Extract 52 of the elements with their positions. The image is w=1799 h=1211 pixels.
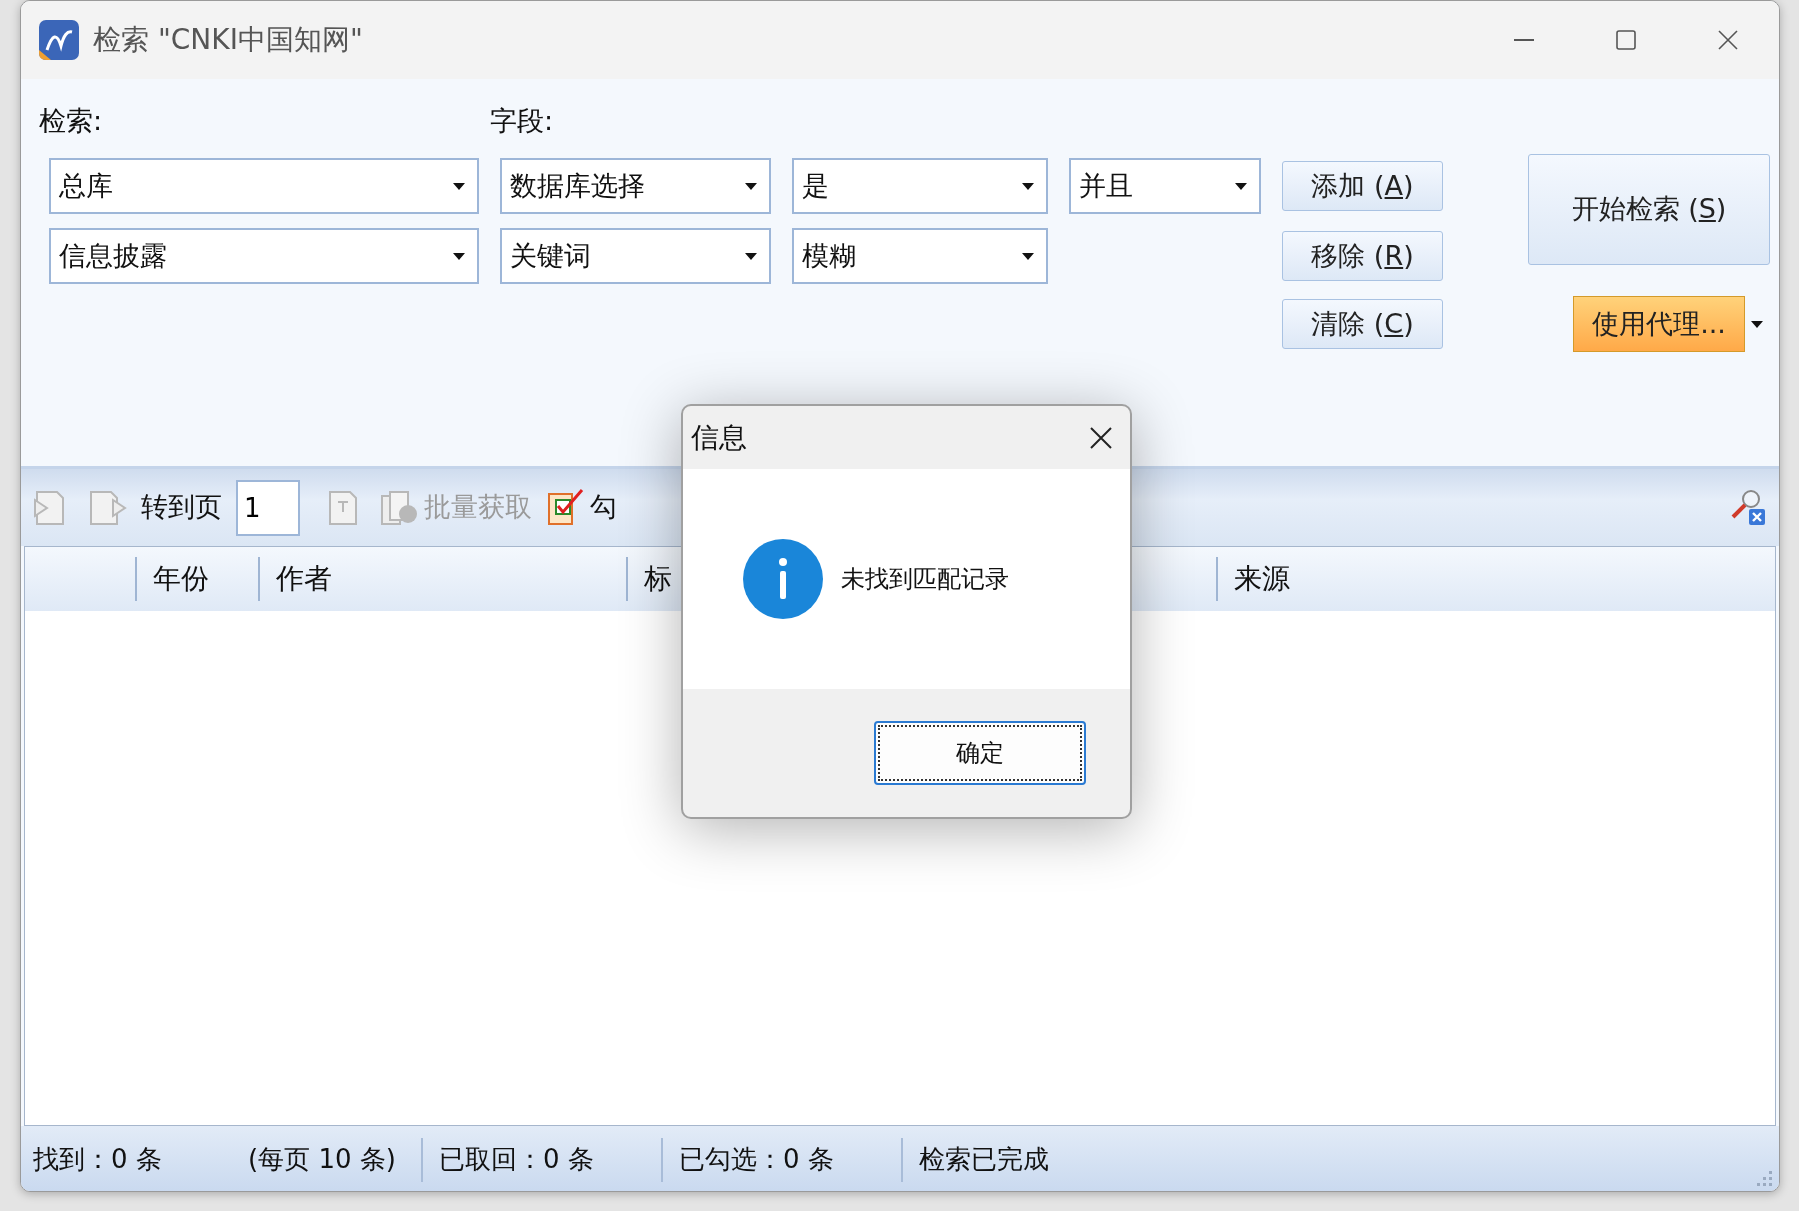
- dropdown-caret-icon: [1235, 182, 1247, 190]
- action-button[interactable]: 移除 (R): [1282, 231, 1443, 281]
- dropdown-value: 关键词: [510, 238, 591, 273]
- dropdown-caret-icon: [1022, 252, 1034, 260]
- dropdown[interactable]: 模糊: [792, 228, 1048, 284]
- column-header[interactable]: 年份: [135, 557, 258, 601]
- status-text: (每页 10 条): [248, 1143, 396, 1176]
- dropdown-value: 信息披露: [59, 238, 167, 273]
- page-input[interactable]: 1: [236, 479, 300, 536]
- dropdown-value: 是: [802, 168, 829, 203]
- dropdown[interactable]: 关键词: [500, 228, 771, 284]
- checklist-icon: [546, 487, 586, 528]
- dropdown-value: 模糊: [802, 238, 856, 273]
- dropdown-value: 数据库选择: [510, 168, 645, 203]
- goto-page-label: 转到页: [141, 490, 222, 525]
- column-header[interactable]: 作者: [258, 557, 626, 601]
- dialog-title: 信息: [691, 419, 747, 456]
- maximize-icon: [1616, 30, 1636, 50]
- dropdown-caret-icon: [453, 252, 465, 260]
- dropdown[interactable]: 是: [792, 158, 1048, 214]
- dropdown-value: 总库: [59, 168, 113, 203]
- status-text: 找到：0 条: [33, 1143, 162, 1176]
- start-search-button[interactable]: 开始检索 (S): [1528, 154, 1770, 265]
- window-title: 检索 "CNKI中国知网": [93, 22, 363, 58]
- field-label: 字段:: [490, 103, 555, 138]
- dropdown-caret-icon: [453, 182, 465, 190]
- info-icon: [743, 539, 823, 619]
- dropdown-caret-icon: [745, 182, 757, 190]
- ok-button[interactable]: 确定: [874, 721, 1086, 785]
- minimize-icon: [1514, 39, 1534, 41]
- column-header[interactable]: 来源: [1216, 557, 1773, 601]
- action-button[interactable]: 添加 (A): [1282, 161, 1443, 211]
- search-label: 检索:: [39, 103, 104, 138]
- clear-search-icon[interactable]: [1729, 488, 1767, 527]
- close-icon[interactable]: [1090, 426, 1112, 449]
- dropdown-caret-icon: [745, 252, 757, 260]
- check-button[interactable]: 勾: [546, 487, 617, 528]
- dropdown[interactable]: 数据库选择: [500, 158, 771, 214]
- dropdown-caret-icon: [1022, 182, 1034, 190]
- dropdown-value: 并且: [1079, 168, 1133, 203]
- dropdown[interactable]: 总库: [49, 158, 479, 214]
- dialog-message: 未找到匹配记录: [841, 564, 1009, 595]
- dropdown[interactable]: 并且: [1069, 158, 1261, 214]
- proxy-button[interactable]: 使用代理...: [1573, 296, 1745, 352]
- app-icon: [39, 20, 79, 60]
- dropdown[interactable]: 信息披露: [49, 228, 479, 284]
- dropdown-caret-icon[interactable]: [1751, 320, 1763, 328]
- status-text: 检索已完成: [919, 1143, 1049, 1176]
- status-text: 已勾选：0 条: [679, 1143, 834, 1176]
- status-text: 已取回：0 条: [439, 1143, 594, 1176]
- close-icon: [1718, 30, 1738, 50]
- action-button[interactable]: 清除 (C): [1282, 299, 1443, 349]
